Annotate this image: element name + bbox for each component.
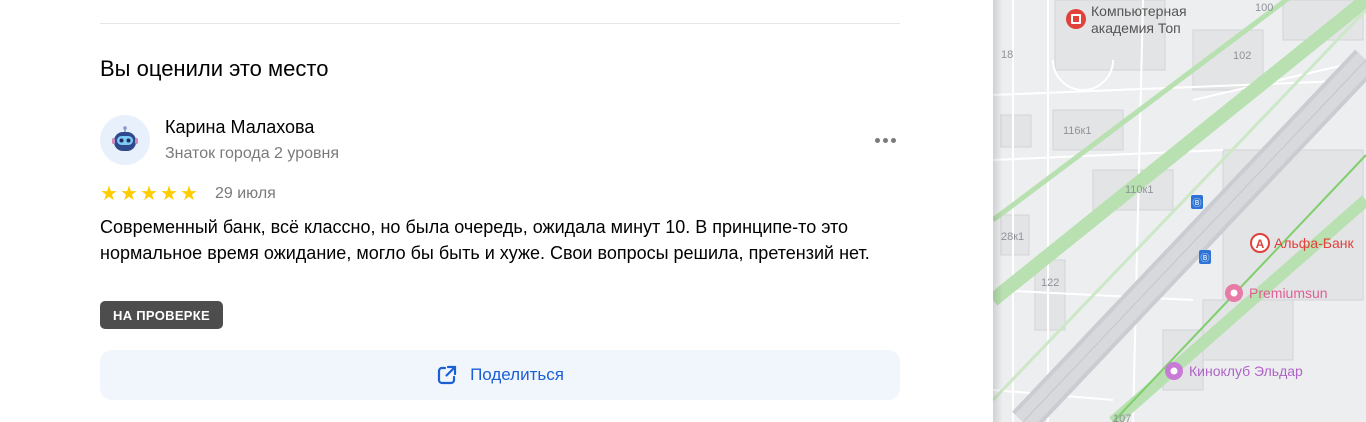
house-number: 110к1: [1125, 184, 1153, 196]
svg-text:Ⓑ: Ⓑ: [1192, 198, 1201, 208]
house-number: 122: [1041, 277, 1059, 289]
star-icon: ★: [120, 183, 138, 205]
share-label: Поделиться: [470, 365, 564, 384]
review-date: 29 июля: [215, 185, 276, 202]
svg-text:академия Топ: академия Топ: [1091, 20, 1181, 36]
map-edge-shadow: [993, 0, 1003, 422]
poi-alfa-bank[interactable]: А Альфа-Банк: [1250, 233, 1354, 253]
bus-stop-icon[interactable]: Ⓑ: [1191, 195, 1203, 209]
author-name[interactable]: Карина Малахова: [165, 117, 314, 138]
star-icon: ★: [180, 183, 198, 205]
svg-text:Альфа-Банк: Альфа-Банк: [1274, 235, 1354, 251]
house-number: 28к1: [1001, 231, 1024, 243]
star-icon: ★: [140, 183, 158, 205]
status-badge: НА ПРОВЕРКЕ: [100, 301, 223, 329]
share-icon: [437, 365, 457, 385]
bus-stop-icon[interactable]: Ⓑ: [1199, 250, 1211, 264]
star-icon: ★: [100, 183, 118, 205]
poi-premiumsun[interactable]: Premiumsun: [1225, 284, 1328, 302]
review-panel: Вы оценили это место Карина Малахова Зна…: [0, 0, 993, 422]
house-number: 100: [1255, 2, 1273, 14]
svg-text:А: А: [1256, 237, 1265, 251]
map[interactable]: Ⓑ Ⓑ 100 18 102 116к1 110к1 28к1 122 107 …: [993, 0, 1366, 422]
rating-stars: ★ ★ ★ ★ ★: [100, 183, 200, 205]
robot-avatar-icon: [112, 126, 138, 151]
svg-text:Ⓑ: Ⓑ: [1200, 253, 1209, 263]
svg-text:Premiumsun: Premiumsun: [1249, 285, 1328, 301]
avatar[interactable]: [100, 115, 150, 165]
more-dots-icon: [874, 137, 880, 143]
svg-text:Компьютерная: Компьютерная: [1091, 3, 1187, 19]
map-canvas[interactable]: Ⓑ Ⓑ 100 18 102 116к1 110к1 28к1 122 107 …: [993, 0, 1366, 422]
author-level: Знаток города 2 уровня: [165, 145, 340, 162]
section-title: Вы оценили это место: [100, 56, 329, 81]
star-icon: ★: [160, 183, 178, 205]
review-text: Современный банк, всё классно, но была о…: [100, 217, 870, 263]
house-number: 102: [1233, 50, 1251, 62]
divider: [100, 23, 900, 24]
house-number: 116к1: [1063, 125, 1091, 137]
more-options-button[interactable]: [868, 128, 902, 152]
house-number: 107: [1113, 413, 1131, 422]
share-button[interactable]: Поделиться: [100, 350, 900, 400]
svg-text:Киноклуб Эльдар: Киноклуб Эльдар: [1189, 363, 1303, 379]
